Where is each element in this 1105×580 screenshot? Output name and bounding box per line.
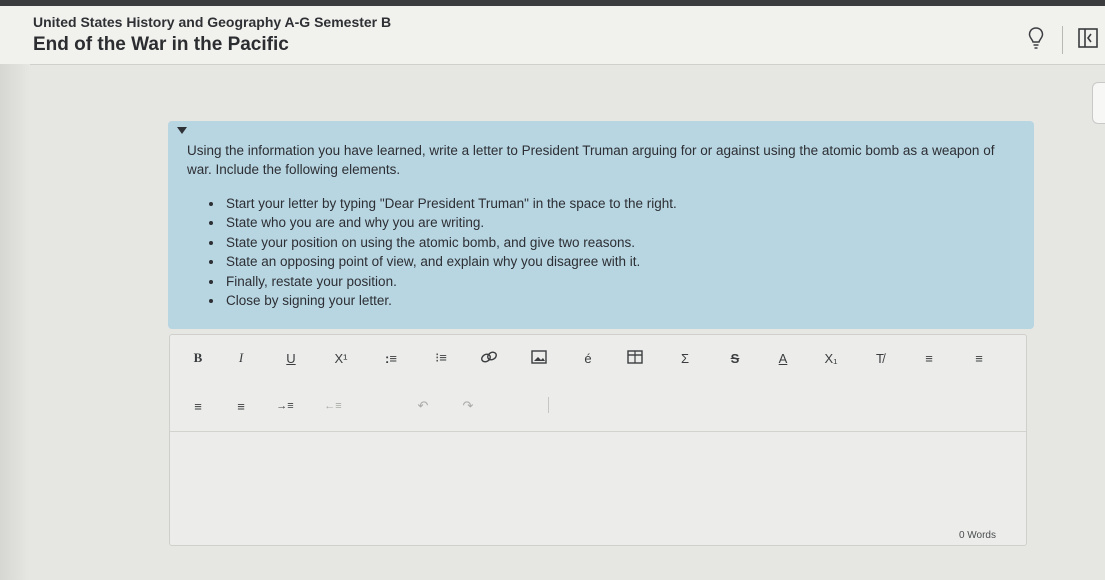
image-icon [531,349,547,367]
image-button[interactable] [526,347,552,369]
collapse-caret-icon[interactable] [177,127,187,134]
course-title: United States History and Geography A-G … [33,14,392,30]
outdent-button[interactable]: ←≡ [320,395,346,417]
justify-button[interactable]: ≡ [228,395,254,417]
align-center-button[interactable]: ≡ [966,347,992,369]
list-item: Finally, restate your position. [224,272,677,291]
clear-format-button[interactable]: T̸ [867,347,893,369]
prompt-bullet-list: Start your letter by typing "Dear Presid… [206,194,677,310]
rich-text-editor: B I U X¹ :≡ ⁝≡ é Σ S A X₁ T̸ ≡ ≡ ≡ ≡ →≡ … [169,334,1027,546]
list-item: Start your letter by typing "Dear Presid… [224,194,677,213]
link-icon [480,350,498,367]
side-panel-icon [1077,27,1099,54]
link-button[interactable] [476,347,502,369]
strikethrough-button[interactable]: S [722,347,748,369]
list-item: State who you are and why you are writin… [224,213,677,232]
superscript-button[interactable]: X¹ [328,347,354,369]
font-color-button[interactable]: A [770,347,796,369]
underline-button[interactable]: U [278,347,304,369]
editor-toolbar: B I U X¹ :≡ ⁝≡ é Σ S A X₁ T̸ ≡ ≡ ≡ ≡ →≡ … [170,335,1026,432]
hint-button[interactable] [1025,26,1047,54]
numbered-list-button[interactable]: ⁝≡ [428,347,454,369]
subscript-button[interactable]: X₁ [818,347,844,369]
list-item: State an opposing point of view, and exp… [224,252,677,271]
indent-button[interactable]: →≡ [272,395,298,417]
bold-button[interactable]: B [185,347,211,369]
align-right-button[interactable]: ≡ [185,395,211,417]
header-divider [1062,26,1063,54]
prompt-box: Using the information you have learned, … [168,121,1034,329]
lightbulb-icon [1028,26,1044,55]
bullet-list-button[interactable]: :≡ [378,347,404,369]
table-icon [627,349,643,367]
prompt-instructions: Using the information you have learned, … [187,143,995,177]
table-button[interactable] [622,347,648,369]
list-item: Close by signing your letter. [224,291,677,310]
undo-button[interactable]: ↶ [410,395,436,417]
special-character-button[interactable]: é [575,347,601,369]
toolbar-separator [548,397,549,413]
align-left-button[interactable]: ≡ [916,347,942,369]
redo-button[interactable]: ↷ [455,395,481,417]
word-count: 0 Words [958,530,996,541]
page-header: United States History and Geography A-G … [0,6,1105,65]
list-item: State your position on using the atomic … [224,233,677,252]
side-panel-button[interactable] [1076,27,1100,54]
italic-button[interactable]: I [228,347,254,369]
lesson-title: End of the War in the Pacific [33,34,289,55]
letter-text-area[interactable] [170,432,1026,545]
side-tab[interactable] [1092,82,1105,124]
left-edge [0,64,30,580]
equation-button[interactable]: Σ [672,347,698,369]
